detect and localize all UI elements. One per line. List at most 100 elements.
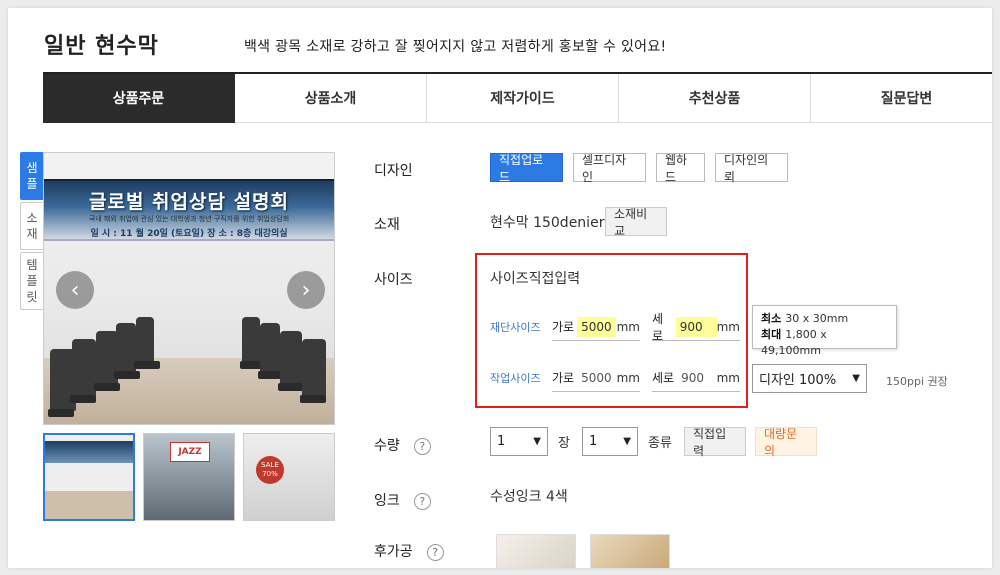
size-min-row: 최소 30 x 30mm [761,311,888,327]
kinds-unit: 종류 [648,436,672,451]
chair-graphic [300,339,326,403]
postprocess-label: 후가공 [374,544,413,560]
preview-banner-subtitle: 국내 해외 취업에 관심 있는 대학생과 청년 구직자를 위한 취업상담회 [88,215,290,223]
side-tab-sample-char: 샘 [26,161,38,175]
chair-graphic [114,323,140,379]
upload-direct-button[interactable]: 직접업로드 [490,153,563,184]
page-title: 일반 현수막 [44,34,159,59]
tab-order[interactable]: 상품주문 [43,74,235,123]
side-tab-template-char: 플 [26,274,38,288]
cut-height-input[interactable]: 900 [675,316,717,337]
cut-height-field[interactable]: 세로 900 mm [652,311,740,343]
dropdown-caret-icon: ▼ [852,373,860,384]
thumbnail-3[interactable]: SALE 70% [243,433,335,521]
chair-graphic [278,331,304,391]
dropdown-caret-icon: ▼ [533,436,541,447]
chair-graphic [70,339,96,403]
thumbnail-floor [45,491,133,519]
cut-width-unit: mm [616,319,640,334]
ppi-note: 150ppi 권장 [886,375,948,388]
thumbnail-1[interactable] [43,433,135,521]
side-tab-material-char: 소 [26,211,38,225]
preview-banner: 글로벌 취업상담 설명회 국내 해외 취업에 관심 있는 대학생과 청년 구직자… [44,179,334,241]
direct-input-button[interactable]: 직접입력 [684,427,746,458]
size-min-value: 30 x 30mm [785,312,849,325]
ink-label: 잉크 [374,493,400,509]
postprocess-option-image[interactable] [590,534,670,568]
cut-width-label: 가로 [552,320,575,334]
cut-size-label: 재단사이즈 [490,321,541,334]
work-height-unit: mm [716,370,740,385]
size-min-label: 최소 [761,312,782,325]
size-max-label: 최대 [761,328,782,341]
chair-graphic [134,317,160,369]
postprocess-label-row: 후가공? [374,541,444,561]
postprocess-help-icon[interactable]: ? [426,543,444,561]
cut-height-label: 세로 [652,311,664,343]
self-design-button[interactable]: 셀프디자인 [573,153,646,184]
quantity-unit: 장 [558,436,570,451]
side-tab-sample[interactable]: 샘 플 [20,152,44,200]
side-tab-material[interactable]: 소 재 [20,202,44,250]
product-tab-bar: 상품주문 상품소개 제작가이드 추천상품 질문답변 [43,72,992,123]
kinds-select[interactable]: 1 ▼ [582,427,638,456]
quantity-value: 1 [497,434,506,449]
size-limit-tooltip: 최소 30 x 30mm 최대 1,800 x 49,100mm [752,305,897,357]
size-max-row: 최대 1,800 x 49,100mm [761,327,888,359]
side-tab-template-char: 릿 [26,290,38,304]
work-size-label: 작업사이즈 [490,372,541,385]
design-scale-value: 디자인 100% [759,373,837,388]
ink-help-icon[interactable]: ? [413,492,431,510]
thumbnail-jazz-sign: JAZZ [170,442,210,462]
ink-value: 수성잉크 4색 [490,489,568,505]
work-width-field: 가로 5000 mm [552,364,640,392]
tab-recommended[interactable]: 추천상품 [619,74,811,123]
tab-intro[interactable]: 상품소개 [235,74,427,123]
page-subtitle: 백색 광목 소재로 강하고 잘 찢어지지 않고 저렴하게 홍보할 수 있어요! [244,39,667,55]
kinds-value: 1 [589,434,598,449]
postprocess-option-image[interactable] [496,534,576,568]
product-preview-image: 글로벌 취업상담 설명회 국내 해외 취업에 관심 있는 대학생과 청년 구직자… [43,152,335,425]
work-width-unit: mm [616,370,640,385]
design-label: 디자인 [374,163,413,179]
cut-height-unit: mm [716,319,740,334]
side-tab-material-char: 재 [26,227,38,241]
bulk-inquiry-button[interactable]: 대량문의 [755,427,817,458]
thumbnail-2[interactable]: JAZZ [143,433,235,521]
side-tab-template[interactable]: 템 플 릿 [20,252,44,310]
quantity-select[interactable]: 1 ▼ [490,427,548,456]
work-height-label: 세로 [652,371,675,385]
size-label: 사이즈 [374,272,413,288]
cut-width-field[interactable]: 가로 5000 mm [552,313,640,341]
chair-graphic [258,323,284,379]
preview-banner-date: 일 시 : 11 월 20일 (토요일) 장 소 : 8층 대강의실 [90,229,288,239]
material-value: 현수막 150denier [490,215,605,231]
work-width-label: 가로 [552,371,575,385]
tab-guide[interactable]: 제작가이드 [427,74,619,123]
thumbnail-banner [45,441,133,463]
side-tab-sample-char: 플 [26,177,38,191]
side-tab-template-char: 템 [26,258,38,272]
size-mode-text: 사이즈직접입력 [490,271,581,287]
thumbnail-sale-sign: SALE 70% [256,456,284,484]
ink-label-row: 잉크? [374,490,431,510]
work-height-field: 세로 900 mm [652,364,740,392]
webhard-button[interactable]: 웹하드 [656,153,705,184]
quantity-label-row: 수량? [374,435,431,455]
chevron-left-icon[interactable]: ‹ [56,271,94,309]
quantity-help-icon[interactable]: ? [413,437,431,455]
quantity-label: 수량 [374,438,400,454]
material-label: 소재 [374,217,400,233]
product-page: 일반 현수막 백색 광목 소재로 강하고 잘 찢어지지 않고 저렴하게 홍보할 … [8,8,992,568]
work-height-value: 900 [681,370,704,385]
work-width-value: 5000 [581,370,612,385]
tab-qna[interactable]: 질문답변 [811,74,992,123]
chair-graphic [240,317,266,369]
preview-banner-title: 글로벌 취업상담 설명회 [88,191,290,213]
design-request-button[interactable]: 디자인의뢰 [715,153,788,184]
dropdown-caret-icon: ▼ [623,436,631,447]
material-compare-button[interactable]: 소재비교 [605,207,667,238]
chevron-right-icon[interactable]: › [287,271,325,309]
design-scale-select[interactable]: 디자인 100% ▼ [752,364,867,393]
cut-width-input[interactable]: 5000 [577,316,616,337]
